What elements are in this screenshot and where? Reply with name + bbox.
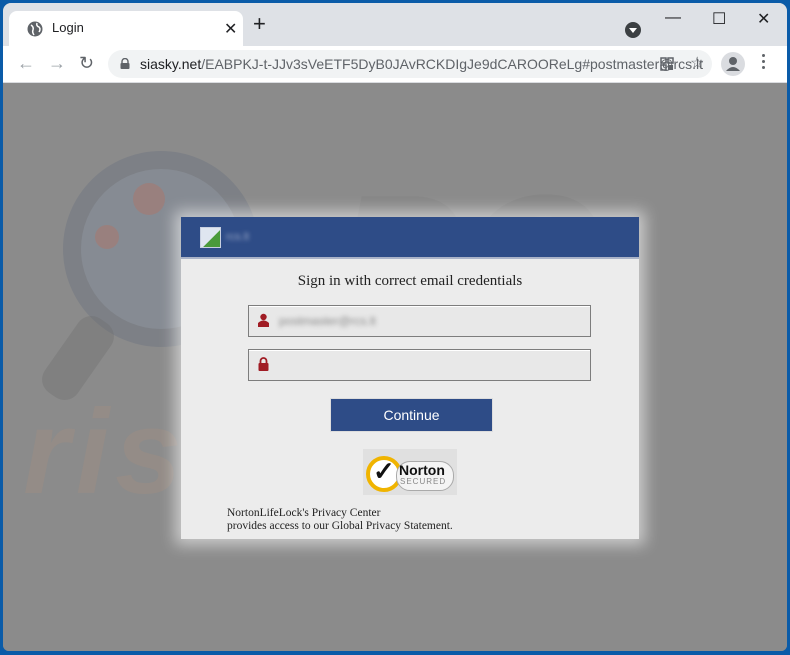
close-window-button[interactable]: ✕ <box>757 9 770 29</box>
page-content: PC risk.com rcs.lt Sign in with correct … <box>3 83 787 651</box>
norton-secured-badge: ✓ Norton SECURED <box>363 449 457 495</box>
norton-name: Norton <box>399 462 445 478</box>
lock-icon <box>258 357 269 371</box>
privacy-line-2: provides access to our Global Privacy St… <box>227 520 453 532</box>
back-button[interactable]: ← <box>17 53 35 74</box>
tab-close-icon[interactable]: ✕ <box>224 19 237 39</box>
norton-sub: SECURED <box>400 477 447 486</box>
continue-button[interactable]: Continue <box>330 398 493 432</box>
privacy-text: NortonLifeLock's Privacy Center provides… <box>227 507 453 533</box>
tab-bar: Login ✕ + — ☐ ✕ <box>3 3 787 46</box>
reload-button[interactable]: ↻ <box>79 53 94 74</box>
dialog-header: rcs.lt <box>181 217 639 259</box>
lock-icon <box>120 58 130 69</box>
url-text: siasky.net/EABPKJ-t-JJv3sVeETF5DyB0JAvRC… <box>140 56 703 72</box>
watermark-dot <box>133 183 165 215</box>
tab-search-icon[interactable] <box>625 22 641 38</box>
broken-image-icon <box>200 227 221 248</box>
toolbar: ← → ↻ siasky.net/EABPKJ-t-JJv3sVeETF5DyB… <box>3 46 787 83</box>
profile-avatar-icon[interactable] <box>721 52 745 76</box>
watermark-dot <box>95 225 119 249</box>
maximize-button[interactable]: ☐ <box>712 9 726 29</box>
kebab-menu-icon[interactable] <box>762 54 766 72</box>
email-value: postmaster@rcs.lt <box>279 314 376 328</box>
tab-title: Login <box>52 20 84 35</box>
dialog-title: Sign in with correct email credentials <box>297 273 523 289</box>
qr-code-icon[interactable] <box>660 57 674 71</box>
tab-login[interactable]: Login ✕ <box>9 11 243 46</box>
globe-icon <box>27 21 43 37</box>
forward-button[interactable]: → <box>48 53 66 74</box>
url-path: /EABPKJ-t-JJv3sVeETF5DyB0JAvRCKDIgJe9dCA… <box>201 56 704 72</box>
password-field[interactable] <box>248 349 591 381</box>
privacy-line-1: NortonLifeLock's Privacy Center <box>227 507 381 519</box>
bookmark-star-icon[interactable]: ☆ <box>690 53 704 73</box>
browser-window: Login ✕ + — ☐ ✕ ← → ↻ siasky.net/EABPKJ-… <box>3 3 787 651</box>
new-tab-button[interactable]: + <box>253 13 266 35</box>
checkmark-icon: ✓ <box>373 456 395 486</box>
login-dialog: rcs.lt Sign in with correct email creden… <box>181 217 639 539</box>
email-field[interactable]: postmaster@rcs.lt <box>248 305 591 337</box>
brand-text: rcs.lt <box>226 231 250 243</box>
address-bar[interactable]: siasky.net/EABPKJ-t-JJv3sVeETF5DyB0JAvRC… <box>108 50 712 78</box>
url-host: siasky.net <box>140 56 202 72</box>
minimize-button[interactable]: — <box>665 9 681 27</box>
user-icon <box>258 313 269 327</box>
